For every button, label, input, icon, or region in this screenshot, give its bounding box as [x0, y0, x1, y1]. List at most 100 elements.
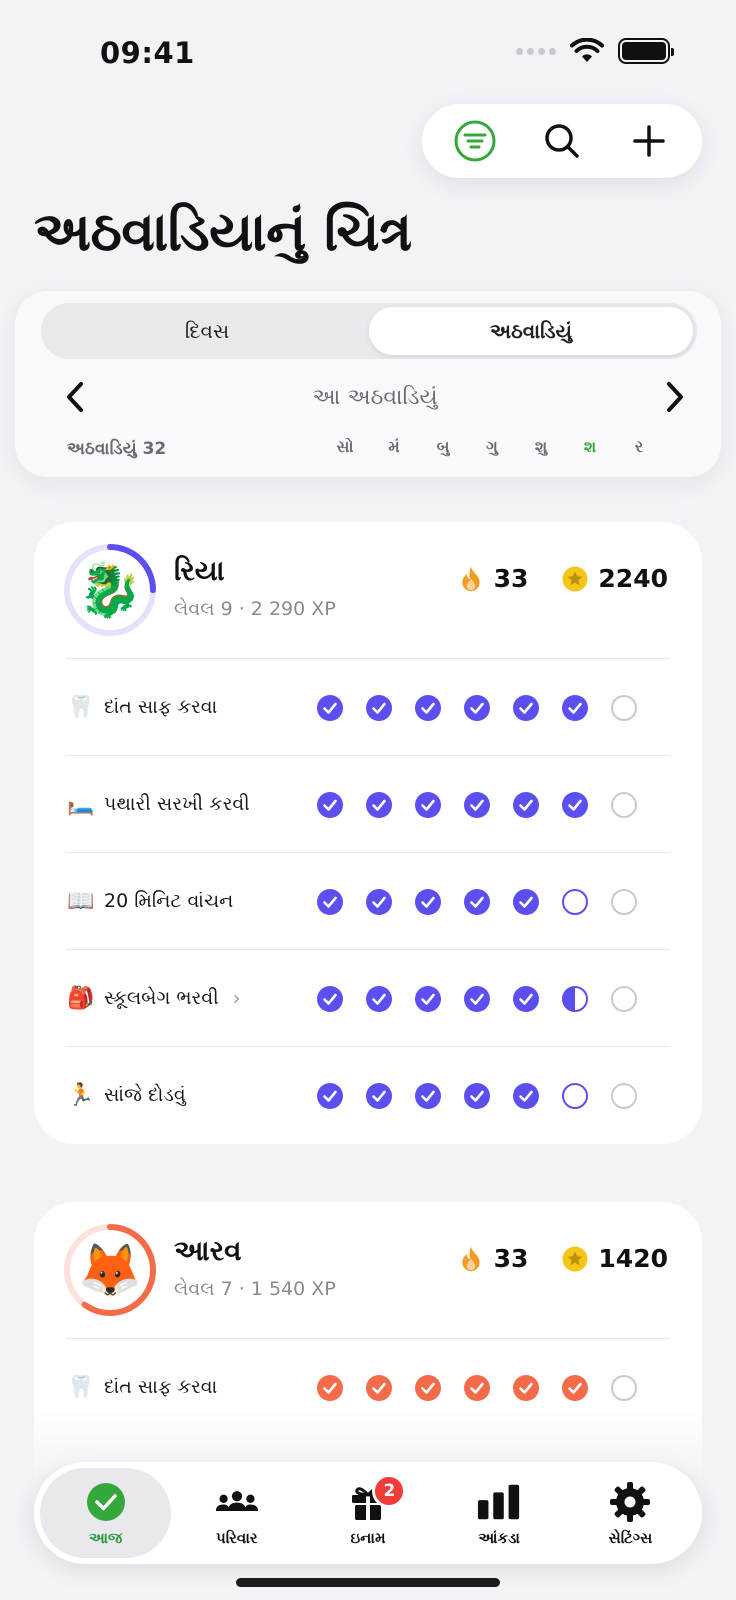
check-done-icon[interactable] [317, 889, 343, 915]
check-done-icon[interactable] [366, 1375, 392, 1401]
check-done-icon[interactable] [415, 1375, 441, 1401]
task-row[interactable]: 🦷 દાંત સાફ કરવા [66, 658, 670, 755]
tab-family-label: પરિવાર [215, 1529, 258, 1547]
check-done-icon[interactable] [415, 792, 441, 818]
check-done-icon[interactable] [464, 792, 490, 818]
check-done-icon[interactable] [464, 986, 490, 1012]
task-label-group: 🦷 દાંત સાફ કરવા [66, 689, 217, 725]
day-header: શ [583, 437, 597, 456]
day-header: મં [388, 437, 400, 456]
task-row[interactable]: 🏃 સાંજે દોડવું [66, 1046, 670, 1143]
tab-settings[interactable]: સેટિંગ્સ [565, 1468, 696, 1558]
task-day-checks [317, 792, 687, 818]
check-empty-icon[interactable] [611, 695, 637, 721]
day-header: ગુ [486, 437, 498, 456]
check-done-icon[interactable] [317, 695, 343, 721]
check-done-icon[interactable] [464, 695, 490, 721]
task-label-group: 🛏️ પથારી સરખી કરવી [66, 786, 249, 822]
people-icon [215, 1491, 258, 1511]
next-week-button[interactable] [655, 377, 695, 417]
task-label-group: 🎒 સ્કૂલબેગ ભરવી › [66, 980, 241, 1016]
tab-stats[interactable]: આંકડા [434, 1468, 565, 1558]
check-empty-icon[interactable] [611, 1375, 637, 1401]
check-done-icon[interactable] [513, 986, 539, 1012]
task-label: 20 મિનિટ વાંચન [104, 890, 234, 912]
task-day-checks [317, 986, 687, 1012]
check-circle-icon [86, 1483, 125, 1521]
check-empty-icon[interactable] [611, 986, 637, 1012]
check-done-icon[interactable] [513, 1083, 539, 1109]
check-empty-icon[interactable] [611, 1083, 637, 1109]
status-bar: 09:41 [0, 0, 736, 100]
check-done-icon[interactable] [366, 1083, 392, 1109]
search-icon [545, 124, 579, 158]
add-button[interactable] [621, 113, 677, 169]
check-done-icon[interactable] [513, 695, 539, 721]
filter-button[interactable] [447, 113, 503, 169]
person-name: આરવ [174, 1234, 242, 1267]
task-emoji: 📖 [67, 888, 95, 914]
check-done-icon[interactable] [464, 1375, 490, 1401]
check-done-icon[interactable] [513, 792, 539, 818]
search-button[interactable] [534, 113, 590, 169]
check-done-icon[interactable] [464, 1083, 490, 1109]
check-done-icon[interactable] [562, 792, 588, 818]
rewards-badge: 2 [372, 1474, 407, 1508]
day-header: સો [336, 437, 354, 456]
avatar-progress-ring: 🐉 [62, 542, 158, 638]
check-done-icon[interactable] [513, 889, 539, 915]
status-indicators [516, 38, 674, 64]
check-done-icon[interactable] [464, 889, 490, 915]
check-done-icon[interactable] [317, 1375, 343, 1401]
check-done-icon[interactable] [366, 986, 392, 1012]
task-row[interactable]: 📖 20 મિનિટ વાંચન [66, 852, 670, 949]
check-pending-icon[interactable] [562, 889, 588, 915]
bar-chart-icon [478, 1484, 520, 1520]
check-empty-icon[interactable] [611, 792, 637, 818]
tab-today[interactable]: આજ [40, 1468, 172, 1558]
task-day-checks [317, 695, 687, 721]
tab-settings-label: સેટિંગ્સ [608, 1529, 653, 1547]
avatar: 🦊 [77, 1240, 143, 1301]
view-segmented-control: દિવસ અઠવાડિયું [41, 303, 697, 359]
check-pending-icon[interactable] [562, 1083, 588, 1109]
task-emoji: 🦷 [67, 694, 95, 720]
check-partial-icon[interactable] [562, 986, 588, 1012]
check-empty-icon[interactable] [611, 889, 637, 915]
flame-icon [461, 1246, 480, 1271]
task-emoji: 🛏️ [67, 791, 95, 817]
check-done-icon[interactable] [562, 1375, 588, 1401]
check-done-icon[interactable] [366, 889, 392, 915]
check-done-icon[interactable] [415, 986, 441, 1012]
task-row[interactable]: 🛏️ પથારી સરખી કરવી [66, 755, 670, 852]
check-done-icon[interactable] [317, 986, 343, 1012]
person-card-riya[interactable]: 🐉 રિયા લેવલ 9 · 2 290 XP 33 2240 🦷 દાંત સાફ કર… [34, 522, 702, 1144]
check-done-icon[interactable] [366, 792, 392, 818]
task-row[interactable]: 🎒 સ્કૂલબેગ ભરવી › [66, 949, 670, 1046]
star-coin-icon [562, 566, 588, 591]
segment-week[interactable]: અઠવાડિયું [369, 307, 693, 355]
cellular-signal-icon [516, 47, 556, 55]
chevron-right-icon[interactable]: › [233, 986, 241, 1010]
person-name: રિયા [174, 554, 225, 587]
task-label: દાંત સાફ કરવા [104, 696, 218, 718]
check-done-icon[interactable] [415, 1083, 441, 1109]
person-level: લેવલ 9 · 2 290 XP [174, 598, 336, 620]
check-done-icon[interactable] [513, 1375, 539, 1401]
gear-icon [610, 1482, 651, 1522]
task-emoji: 🎒 [67, 985, 95, 1011]
task-label: સાંજે દોડવું [104, 1084, 186, 1106]
tab-rewards[interactable]: ઇનામ 2 [302, 1468, 433, 1558]
check-done-icon[interactable] [415, 695, 441, 721]
day-headers: સો મં બુ ગુ શુ શ ર [332, 437, 702, 463]
task-emoji: 🏃 [67, 1082, 95, 1108]
check-done-icon[interactable] [415, 889, 441, 915]
check-done-icon[interactable] [317, 792, 343, 818]
segment-day[interactable]: દિવસ [45, 307, 369, 355]
check-done-icon[interactable] [317, 1083, 343, 1109]
previous-week-button[interactable] [55, 377, 95, 417]
check-done-icon[interactable] [366, 695, 392, 721]
tab-family[interactable]: પરિવાર [171, 1468, 302, 1558]
check-done-icon[interactable] [562, 695, 588, 721]
plus-icon [632, 125, 665, 157]
